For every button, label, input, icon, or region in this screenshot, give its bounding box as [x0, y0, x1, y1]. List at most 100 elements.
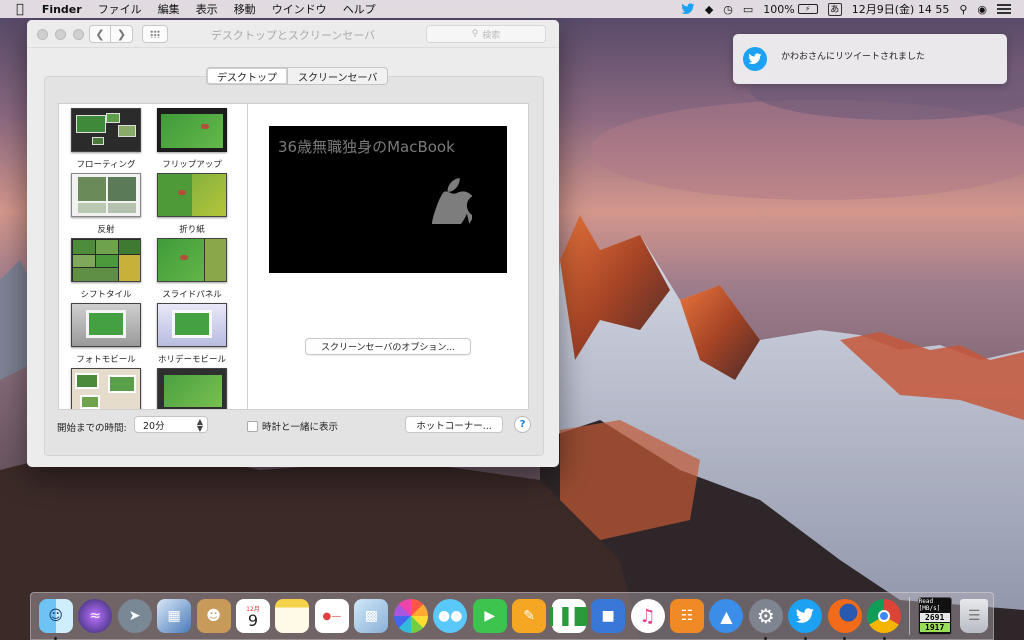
screensaver-thumbnail [157, 238, 227, 282]
preferences-window: ❮ ❯ デスクトップとスクリーンセーバ ⚲ 検索 デスクトップ スクリーンセーバ… [27, 20, 559, 467]
preview-pane: 36歳無職独身のMacBook スクリーンセーバのオプション... [248, 103, 529, 410]
screensaver-thumbnail [71, 108, 141, 152]
start-after-select[interactable]: 20分 ▲ ▼ [134, 416, 208, 433]
disk-read-widget: Read [MB/s] 2691 1917 [917, 597, 952, 635]
screensaver-options-button[interactable]: スクリーンセーバのオプション... [305, 338, 471, 355]
battery-icon: ⚡ [797, 4, 818, 14]
ibooks-icon: ☷ [669, 599, 704, 633]
updown-arrows-icon: ▲ ▼ [196, 417, 203, 433]
menu-app-name[interactable]: Finder [34, 3, 90, 16]
screensaver-thumbnail [157, 173, 227, 217]
dock-facetime[interactable]: ▶ [471, 596, 508, 636]
siri-icon[interactable]: ◉ [972, 3, 992, 16]
screensaver-item-ken-burns[interactable] [149, 367, 235, 409]
wifi-icon[interactable]: ◷ [718, 3, 738, 16]
dock-messages[interactable]: ●● [432, 596, 469, 636]
menu-file[interactable]: ファイル [90, 1, 150, 17]
dock-app-store[interactable]: ▲ [708, 596, 745, 636]
battery-status[interactable]: 100% ⚡ [758, 3, 822, 16]
dock-keynote[interactable]: ■ [589, 596, 626, 636]
dock-numbers[interactable]: ▎▌█ [550, 596, 587, 636]
menu-help[interactable]: ヘルプ [335, 1, 384, 17]
notification-banner[interactable]: かわおさんにリツイートされました [733, 34, 1007, 84]
dock: ☺ ≈ ➤ ▦ ☻ 12月 9 ●— ▩ ●● ▶ ✎ ▎▌█ ■ ♫ ☷ ▲ … [30, 592, 994, 640]
input-method-menu[interactable]: あ [823, 2, 847, 16]
tab-desktop[interactable]: デスクトップ [206, 67, 288, 85]
dock-siri[interactable]: ≈ [76, 596, 113, 636]
screensaver-item-holiday-mobile[interactable]: ホリデーモビール [149, 302, 235, 367]
menu-edit[interactable]: 編集 [150, 1, 188, 17]
gear-icon: ⚙ [748, 599, 783, 633]
apple-logo-icon [432, 178, 472, 224]
screensaver-label: フローティング [76, 160, 136, 170]
dock-calendar[interactable]: 12月 9 [234, 596, 271, 636]
screensaver-item-reflection[interactable]: 反射 [63, 172, 149, 237]
dock-pages[interactable]: ✎ [510, 596, 547, 636]
dock-photos[interactable] [392, 596, 429, 636]
dock-twitter[interactable] [787, 596, 824, 640]
screensaver-list[interactable]: フローティング フリップアップ 反射 折り紙 シフトタイル スライドパネル フォ… [58, 103, 248, 410]
checkbox-box[interactable] [247, 420, 258, 432]
screensaver-item-sliding-panels[interactable]: スライドパネル [149, 237, 235, 302]
photos-flower-icon [393, 599, 428, 633]
dock-system-preferences[interactable]: ⚙ [747, 596, 784, 640]
search-placeholder: 検索 [482, 30, 501, 41]
airplay-icon[interactable]: ▭ [738, 3, 758, 16]
hot-corners-button[interactable]: ホットコーナー... [405, 416, 503, 433]
screensaver-label: フリップアップ [162, 160, 222, 170]
screensaver-item-photo-mobile[interactable]: フォトモビール [63, 302, 149, 367]
show-with-clock-checkbox[interactable]: 時計と一緒に表示 [247, 419, 338, 433]
spotlight-search-icon[interactable]: ⚲ [954, 3, 972, 16]
ime-hiragana-icon: あ [827, 2, 842, 16]
dock-contacts[interactable]: ☻ [195, 596, 232, 636]
window-titlebar[interactable]: ❮ ❯ デスクトップとスクリーンセーバ ⚲ 検索 [27, 20, 559, 48]
firefox-icon [827, 599, 862, 633]
screensaver-thumbnail [71, 238, 141, 282]
screensaver-item-vintage-prints[interactable] [63, 367, 149, 409]
pages-icon: ✎ [512, 599, 547, 633]
notification-center-icon[interactable] [992, 4, 1016, 14]
screensaver-item-flipup[interactable]: フリップアップ [149, 107, 235, 172]
dock-notes[interactable] [274, 596, 311, 636]
dock-photo-booth[interactable]: ▩ [353, 596, 390, 636]
screensaver-item-shifting-tiles[interactable]: シフトタイル [63, 237, 149, 302]
screensaver-label: 反射 [97, 225, 115, 235]
siri-icon: ≈ [78, 599, 113, 633]
dock-itunes[interactable]: ♫ [629, 596, 666, 636]
read-label: Read [MB/s] [918, 598, 941, 612]
twitter-menu-icon[interactable] [676, 3, 700, 15]
facetime-camera-icon: ▶ [472, 599, 507, 633]
menu-view[interactable]: 表示 [188, 1, 226, 17]
dock-firefox[interactable] [826, 596, 863, 640]
tab-screensaver[interactable]: スクリーンセーバ [288, 67, 389, 85]
contacts-icon: ☻ [196, 599, 231, 633]
dock-finder[interactable]: ☺ [37, 596, 74, 640]
show-with-clock-label: 時計と一緒に表示 [262, 422, 339, 433]
screensaver-item-floating[interactable]: フローティング [63, 107, 149, 172]
dock-launchpad[interactable]: ➤ [116, 596, 153, 636]
photo-slideshow-icon: ▩ [354, 599, 389, 633]
read-value-2: 1917 [919, 623, 950, 632]
menu-clock[interactable]: 12月9日(金) 14 55 [847, 1, 955, 17]
notification-text: かわおさんにリツイートされました [781, 51, 926, 62]
dock-trash[interactable]: ☰ [955, 596, 992, 636]
apple-menu-icon[interactable]:  [0, 2, 34, 17]
menu-window[interactable]: ウインドウ [264, 1, 335, 17]
screensaver-label: フォトモビール [76, 355, 136, 365]
screensaver-thumbnail [157, 368, 227, 409]
dock-ibooks[interactable]: ☷ [668, 596, 705, 636]
help-button[interactable]: ? [514, 416, 531, 433]
screensaver-item-origami[interactable]: 折り紙 [149, 172, 235, 237]
dock-chrome[interactable] [866, 596, 903, 640]
finder-icon: ☺ [38, 599, 73, 633]
notes-icon [275, 599, 310, 633]
screensaver-label: シフトタイル [80, 290, 132, 300]
dock-reminders[interactable]: ●— [313, 596, 350, 636]
search-icon: ⚲ [471, 29, 479, 39]
preview-photos-icon: ▦ [157, 599, 192, 633]
dock-preview[interactable]: ▦ [155, 596, 192, 636]
menu-go[interactable]: 移動 [226, 1, 264, 17]
dock-disk-speed-widget[interactable]: Read [MB/s] 2691 1917 [916, 596, 953, 636]
dropbox-icon[interactable]: ◆ [700, 3, 718, 16]
search-input[interactable]: ⚲ 検索 [426, 25, 546, 43]
